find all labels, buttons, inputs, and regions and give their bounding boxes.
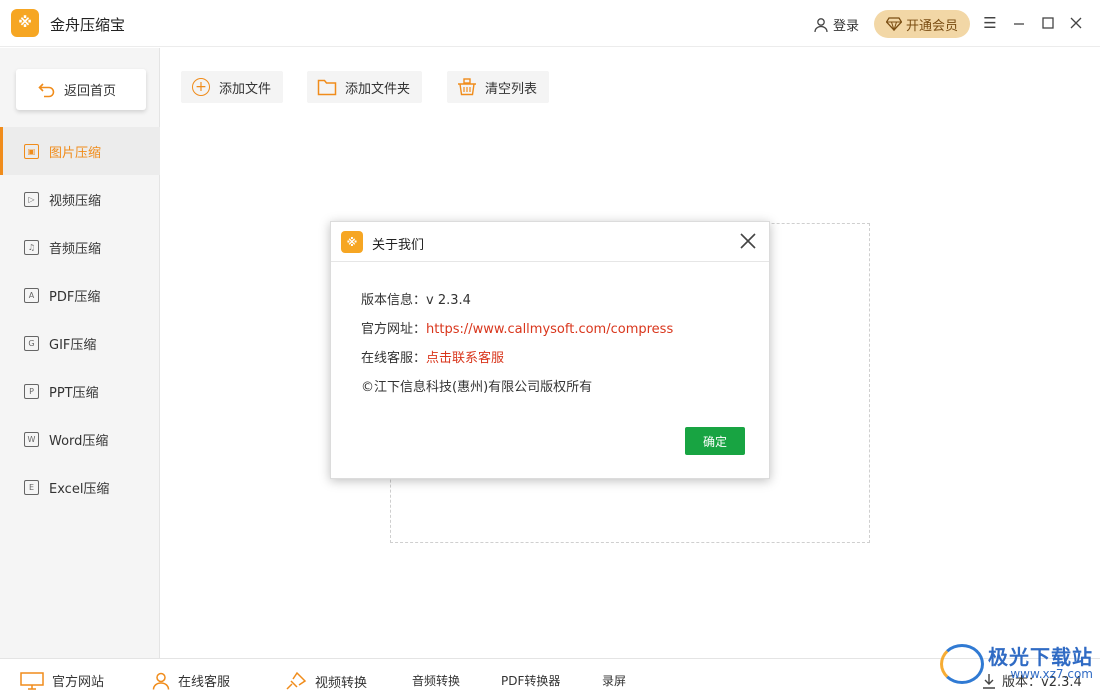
clear-list-label: 清空列表 xyxy=(485,81,538,97)
dialog-title: 关于我们 xyxy=(372,238,425,253)
support-row: 在线客服：点击联系客服 xyxy=(361,347,504,366)
basket-icon xyxy=(457,77,477,97)
sidebar-item-video[interactable]: ▷ 视频压缩 xyxy=(0,175,160,223)
sidebar-item-label: PPT压缩 xyxy=(49,385,99,401)
sidebar-item-pdf[interactable]: A PDF压缩 xyxy=(0,271,160,319)
add-folder-label: 添加文件夹 xyxy=(345,81,411,97)
clear-list-button[interactable]: 清空列表 xyxy=(447,71,550,103)
sidebar-item-label: 视频压缩 xyxy=(49,193,102,209)
word-icon: W xyxy=(24,431,39,447)
video-icon: ▷ xyxy=(24,191,39,207)
watermark-logo-icon xyxy=(940,644,984,684)
watermark-title: 极光下载站 xyxy=(988,645,1093,670)
user-icon xyxy=(152,672,170,690)
excel-icon: E xyxy=(24,479,39,495)
gif-icon: G xyxy=(24,335,39,351)
record-screen-button[interactable]: 录屏 xyxy=(602,672,626,689)
login-label: 登录 xyxy=(833,19,860,34)
back-home-label: 返回首页 xyxy=(64,84,117,99)
video-convert-icon xyxy=(286,671,307,690)
vip-label: 开通会员 xyxy=(905,18,958,34)
audio-convert-button[interactable]: 音频转换 xyxy=(412,672,460,689)
add-circle-icon: + xyxy=(191,77,211,97)
version-label: 版本信息： xyxy=(361,293,427,308)
dialog-close-icon[interactable] xyxy=(737,230,759,252)
website-row: 官方网址：https://www.callmysoft.com/compress xyxy=(361,318,673,337)
pdf-convert-button[interactable]: PDF转换器 xyxy=(501,672,560,689)
website-link[interactable]: https://www.callmysoft.com/compress xyxy=(426,322,673,337)
support-link[interactable]: 点击联系客服 xyxy=(426,351,504,366)
sidebar: 返回首页 ▣ 图片压缩 ▷ 视频压缩 ♫ 音频压缩 A PDF压缩 G GIF压… xyxy=(0,48,160,658)
version-row: 版本信息：v 2.3.4 xyxy=(361,289,471,308)
official-website-label: 官方网站 xyxy=(52,675,105,690)
vip-button[interactable]: 开通会员 xyxy=(874,10,970,38)
bottom-bar: 官方网站 在线客服 视频转换 音频转换 PDF转换器 录屏 版本：v2.3.4 xyxy=(0,658,1100,700)
sidebar-item-image[interactable]: ▣ 图片压缩 xyxy=(0,127,160,175)
back-arrow-icon xyxy=(38,82,55,97)
login-button[interactable]: 登录 xyxy=(813,15,859,34)
sidebar-item-label: Word压缩 xyxy=(49,433,109,449)
menu-icon[interactable]: ☰ xyxy=(980,13,1000,33)
maximize-icon[interactable] xyxy=(1038,13,1058,33)
sidebar-item-label: GIF压缩 xyxy=(49,337,97,353)
sidebar-item-ppt[interactable]: P PPT压缩 xyxy=(0,367,160,415)
pdf-icon: A xyxy=(24,287,39,303)
confirm-button[interactable]: 确定 xyxy=(685,427,745,455)
official-website-button[interactable]: 官方网站 xyxy=(20,671,104,690)
version-value: v 2.3.4 xyxy=(426,293,471,308)
monitor-icon xyxy=(20,671,44,690)
audio-icon: ♫ xyxy=(24,239,39,255)
support-label: 在线客服： xyxy=(361,351,427,366)
user-icon xyxy=(814,17,828,32)
online-support-label: 在线客服 xyxy=(178,675,231,690)
video-convert-label: 视频转换 xyxy=(315,675,368,691)
video-convert-button[interactable]: 视频转换 xyxy=(285,671,367,691)
sidebar-item-label: Excel压缩 xyxy=(49,481,110,497)
add-file-label: 添加文件 xyxy=(219,81,272,97)
website-label: 官方网址： xyxy=(361,322,427,337)
about-dialog: ※ 关于我们 版本信息：v 2.3.4 官方网址：https://www.cal… xyxy=(330,221,770,479)
sidebar-item-word[interactable]: W Word压缩 xyxy=(0,415,160,463)
sidebar-item-label: 音频压缩 xyxy=(49,241,102,257)
title-bar: ※ 金舟压缩宝 登录 开通会员 ☰ xyxy=(0,0,1100,47)
sidebar-item-label: 图片压缩 xyxy=(49,145,102,161)
ppt-icon: P xyxy=(24,383,39,399)
sidebar-item-excel[interactable]: E Excel压缩 xyxy=(0,463,160,511)
watermark-text: 极光下载站 www.xz7.com xyxy=(988,647,1093,681)
app-logo-icon: ※ xyxy=(11,9,39,37)
back-home-button[interactable]: 返回首页 xyxy=(16,69,146,110)
sidebar-item-audio[interactable]: ♫ 音频压缩 xyxy=(0,223,160,271)
sidebar-item-label: PDF压缩 xyxy=(49,289,101,305)
close-window-icon[interactable] xyxy=(1066,13,1086,33)
online-support-button[interactable]: 在线客服 xyxy=(152,671,230,690)
minimize-icon[interactable] xyxy=(1009,13,1029,33)
copyright-text: ©江下信息科技(惠州)有限公司版权所有 xyxy=(361,380,593,395)
add-file-button[interactable]: + 添加文件 xyxy=(181,71,284,103)
watermark: 极光下载站 www.xz7.com xyxy=(940,644,1093,684)
sidebar-item-gif[interactable]: G GIF压缩 xyxy=(0,319,160,367)
watermark-url: www.xz7.com xyxy=(1010,667,1093,682)
dialog-header: ※ 关于我们 xyxy=(331,222,769,262)
app-logo-icon: ※ xyxy=(341,231,363,253)
image-icon: ▣ xyxy=(24,143,39,159)
diamond-icon xyxy=(885,17,902,31)
folder-icon xyxy=(317,77,337,97)
add-folder-button[interactable]: 添加文件夹 xyxy=(307,71,423,103)
app-title: 金舟压缩宝 xyxy=(50,16,126,34)
